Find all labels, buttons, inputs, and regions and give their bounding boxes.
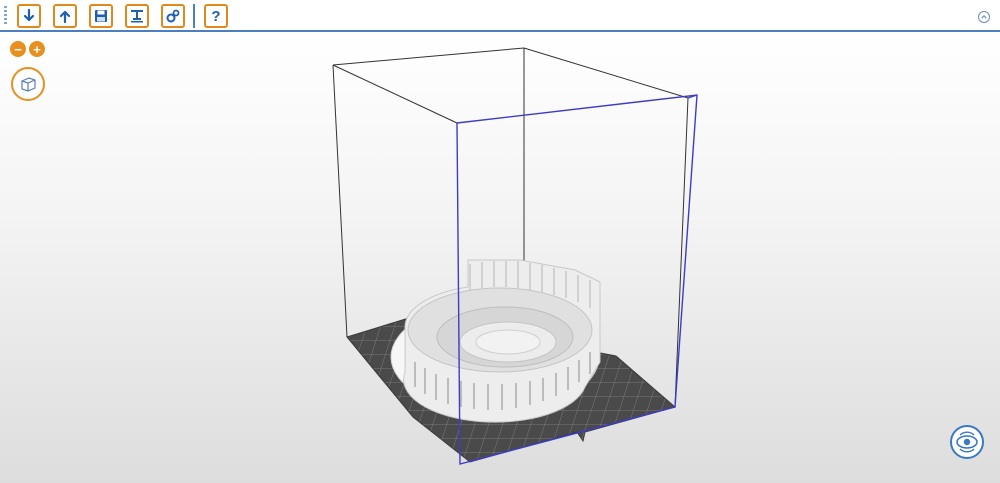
colosseum-model[interactable]: [390, 259, 601, 423]
help-button[interactable]: ?: [204, 4, 228, 28]
gears-icon: [166, 9, 180, 23]
save-button[interactable]: [89, 4, 113, 28]
floppy-disk-icon: [95, 10, 107, 22]
print-button[interactable]: [125, 4, 149, 28]
arrow-up-icon: [59, 10, 71, 24]
zoom-in-button[interactable]: +: [29, 41, 45, 57]
camera-orbit-button[interactable]: [950, 425, 984, 459]
settings-button[interactable]: [161, 4, 185, 28]
view-cube-button[interactable]: [11, 67, 45, 101]
top-toolbar: ?: [0, 0, 1000, 32]
import-button[interactable]: [17, 4, 41, 28]
collapse-toolbar-button[interactable]: [978, 11, 990, 23]
toolbar-separator: [193, 4, 195, 28]
zoom-out-label: −: [14, 41, 22, 57]
help-label: ?: [211, 7, 221, 25]
arrow-down-icon: [23, 8, 35, 22]
3d-viewport[interactable]: − +: [0, 32, 1000, 483]
eye-orbit-icon: [956, 431, 978, 453]
cube-icon: [21, 77, 36, 92]
zoom-out-button[interactable]: −: [10, 41, 26, 57]
toolbar-grip-handle[interactable]: [4, 6, 7, 26]
zoom-in-label: +: [33, 41, 41, 57]
export-button[interactable]: [53, 4, 77, 28]
printer-icon: [131, 10, 143, 23]
scene-canvas[interactable]: [0, 32, 1000, 483]
chevron-up-icon: [981, 15, 987, 19]
